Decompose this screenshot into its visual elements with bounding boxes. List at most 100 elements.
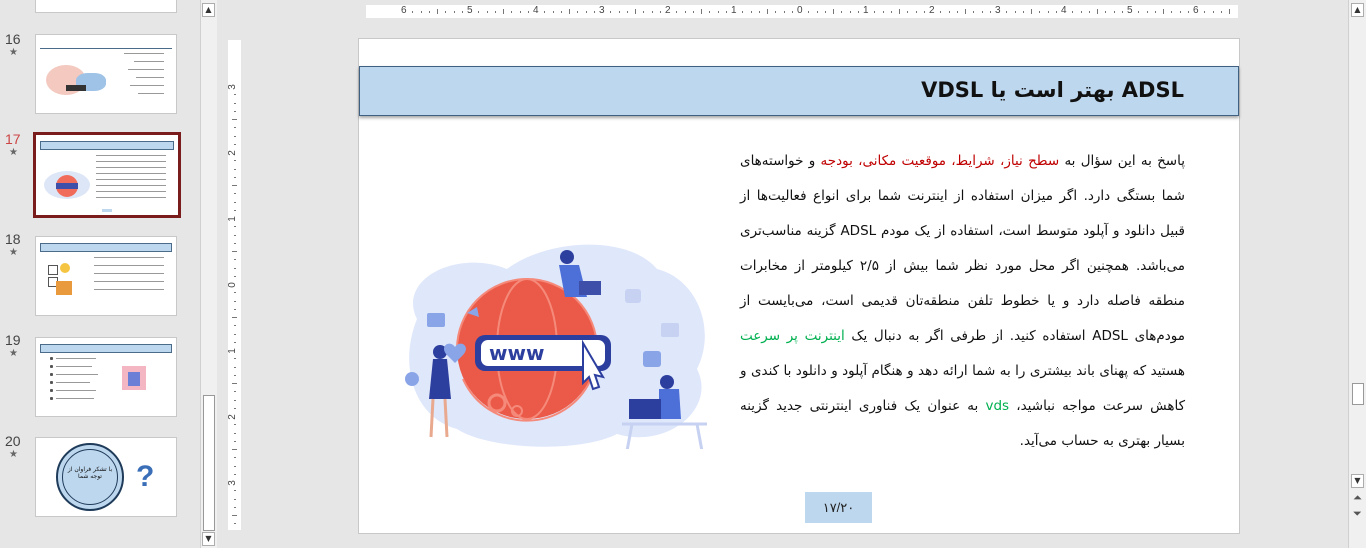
ruler-tick — [232, 383, 237, 384]
next-slide-icon[interactable]: ⏷ — [1353, 508, 1362, 519]
question-mark-icon: ? — [136, 460, 155, 493]
ruler-tick — [1022, 11, 1024, 13]
slide-thumbnail-16[interactable] — [35, 34, 177, 114]
ruler-tick — [981, 11, 983, 13]
thumbnail-scrollbar[interactable]: ▲ ▼ — [200, 0, 217, 548]
ruler-number: 6 — [1193, 5, 1199, 16]
ruler-tick — [701, 9, 702, 14]
scroll-up-arrow-icon[interactable]: ▲ — [202, 3, 215, 17]
ruler-number: 1 — [226, 216, 238, 222]
ruler-tick — [234, 143, 236, 145]
ruler-tick — [890, 11, 892, 13]
slide-number-16: 16 — [5, 31, 21, 47]
ruler-tick — [494, 11, 496, 13]
ruler-tick — [643, 11, 645, 13]
ruler-tick — [437, 9, 438, 14]
ruler-number: 2 — [226, 150, 238, 156]
slide-scrollbar[interactable]: ▲ ▼ ⏶ ⏷ — [1348, 0, 1366, 548]
ruler-tick — [635, 9, 636, 14]
ruler-tick — [420, 11, 422, 13]
slide-thumbnail-18[interactable] — [35, 236, 177, 316]
ruler-tick — [234, 209, 236, 211]
ruler-tick — [1220, 11, 1222, 13]
vertical-ruler: 3 2 1 0 1 2 3 — [226, 40, 241, 530]
ruler-tick — [234, 267, 236, 269]
ruler-tick — [453, 11, 455, 13]
ruler-tick — [234, 440, 236, 442]
page-number-badge: ۱۷/۲۰ — [805, 492, 872, 523]
ruler-tick — [232, 119, 237, 120]
animation-star-icon: ★ — [9, 449, 18, 460]
ruler-tick — [659, 11, 661, 13]
ruler-number: 5 — [1127, 5, 1133, 16]
slide-scroll-thumb[interactable] — [1352, 383, 1364, 405]
ruler-tick — [519, 11, 521, 13]
ruler-tick — [234, 407, 236, 409]
ruler-tick — [1072, 11, 1074, 13]
animation-star-icon: ★ — [9, 247, 18, 258]
ruler-tick — [874, 11, 876, 13]
ruler-tick — [234, 333, 236, 335]
slide-number-20: 20 — [5, 433, 21, 449]
slide-thumbnail-15[interactable] — [35, 0, 177, 13]
ruler-tick — [234, 325, 236, 327]
ruler-tick — [234, 366, 236, 368]
ruler-tick — [767, 9, 768, 14]
ruler-tick — [234, 242, 236, 244]
previous-slide-icon[interactable]: ⏶ — [1353, 492, 1362, 503]
ruler-tick — [234, 193, 236, 195]
ruler-tick — [1146, 11, 1148, 13]
ruler-tick — [234, 523, 236, 525]
ruler-tick — [1055, 11, 1057, 13]
ruler-tick — [1121, 11, 1123, 13]
horizontal-ruler: 6 5 4 3 2 1 0 1 2 3 4 5 6 — [366, 5, 1238, 18]
internet-illustration[interactable]: www — [397, 239, 717, 452]
ruler-number: 3 — [599, 5, 605, 16]
ruler-tick — [234, 292, 236, 294]
slide-thumbnail-20[interactable]: با تشکر فراوان از توجه شما ? — [35, 437, 177, 517]
slide-canvas[interactable]: ADSL بهتر است یا VDSL پاسخ به این سؤال ب… — [358, 38, 1240, 534]
scroll-down-arrow-icon[interactable]: ▼ — [202, 532, 215, 546]
animation-star-icon: ★ — [9, 348, 18, 359]
body-text-run: و خواسته‌های شما بستگی دارد. اگر میزان ا… — [740, 153, 1185, 344]
ruler-tick — [234, 168, 236, 170]
ruler-tick — [234, 498, 236, 500]
ruler-number: 1 — [863, 5, 869, 16]
scroll-down-arrow-icon[interactable]: ▼ — [1351, 474, 1364, 488]
ruler-number: 0 — [797, 5, 803, 16]
ruler-tick — [234, 341, 236, 343]
ruler-tick — [445, 11, 447, 13]
slide-thumbnail-19[interactable] — [35, 337, 177, 417]
ruler-number: 2 — [929, 5, 935, 16]
slide-title[interactable]: ADSL بهتر است یا VDSL — [921, 78, 1184, 102]
body-text-run: پاسخ به این سؤال به — [1059, 153, 1185, 169]
ruler-tick — [610, 11, 612, 13]
scroll-up-arrow-icon[interactable]: ▲ — [1351, 3, 1364, 17]
ruler-tick — [234, 490, 236, 492]
ruler-tick — [234, 300, 236, 302]
slide-number-19: 19 — [5, 332, 21, 348]
ruler-tick — [717, 11, 719, 13]
slide-body-text[interactable]: پاسخ به این سؤال به سطح نیاز، شرایط، موق… — [740, 144, 1185, 459]
ruler-tick — [692, 11, 694, 13]
ruler-tick — [234, 275, 236, 277]
ruler-number: 4 — [1061, 5, 1067, 16]
thumbnail-scroll-thumb[interactable] — [203, 395, 215, 531]
ruler-tick — [1179, 11, 1181, 13]
ruler-tick — [234, 102, 236, 104]
ruler-tick — [1204, 11, 1206, 13]
ruler-tick — [841, 11, 843, 13]
ruler-tick — [940, 11, 942, 13]
ruler-number: 5 — [467, 5, 473, 16]
ruler-tick — [1014, 11, 1016, 13]
ruler-tick — [948, 11, 950, 13]
ruler-tick — [1229, 9, 1230, 14]
ruler-number: 1 — [226, 348, 238, 354]
ruler-tick — [915, 11, 917, 13]
ruler-tick — [232, 317, 237, 318]
slide-thumbnail-17[interactable] — [33, 132, 181, 218]
ruler-tick — [923, 11, 925, 13]
ruler-tick — [234, 110, 236, 112]
ruler-tick — [676, 11, 678, 13]
ruler-tick — [428, 11, 430, 13]
